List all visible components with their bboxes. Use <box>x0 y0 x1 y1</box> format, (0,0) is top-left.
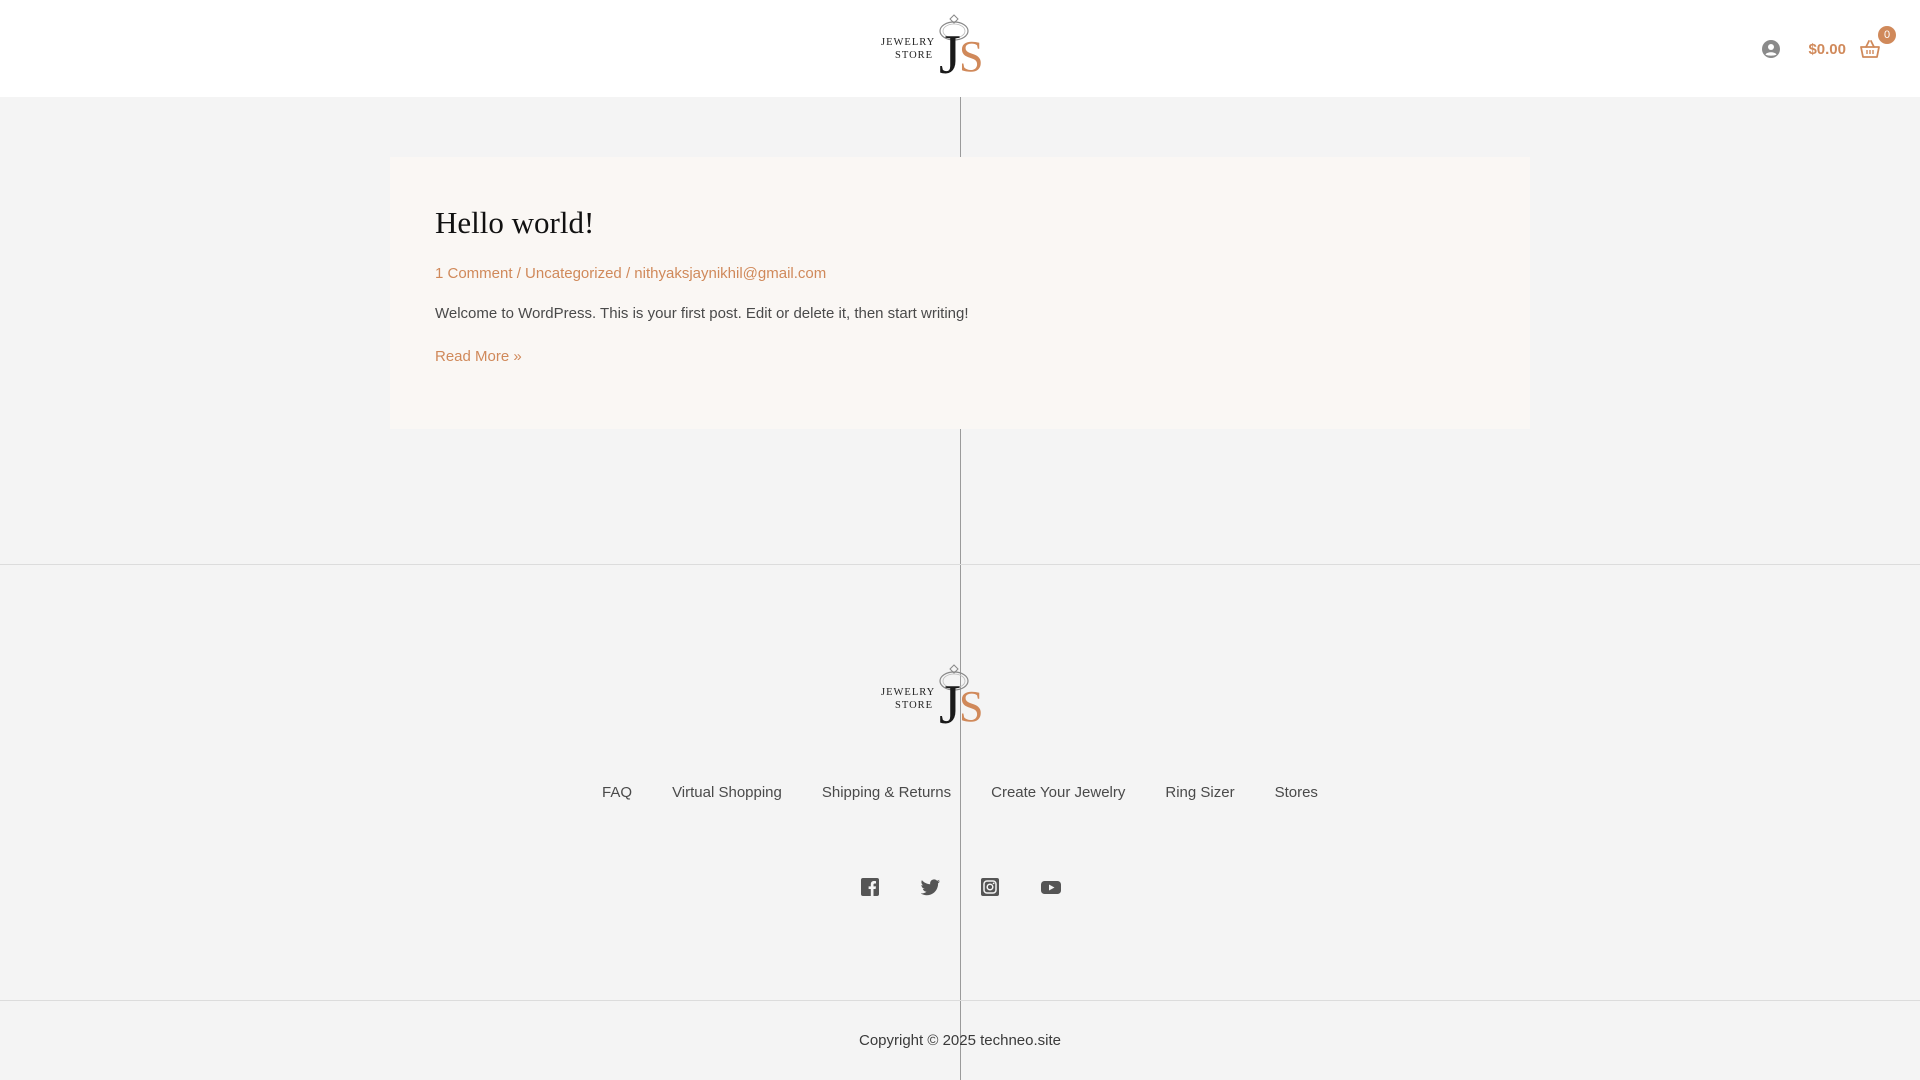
footer-bottom-divider <box>0 1000 1920 1001</box>
footer-nav-faq[interactable]: FAQ <box>602 784 632 801</box>
cart-button[interactable]: 0 <box>1860 26 1896 59</box>
footer-nav: FAQ Virtual Shopping Shipping & Returns … <box>0 784 1920 801</box>
footer-logo-letter-s: S <box>959 682 984 731</box>
cart-total[interactable]: $0.00 <box>1808 41 1846 58</box>
post-comments-link[interactable]: 1 Comment <box>435 265 513 282</box>
footer-nav-create-your-jewelry[interactable]: Create Your Jewelry <box>991 784 1125 801</box>
footer-logo-line1: JEWELRY <box>881 687 936 698</box>
logo-letter-j: J <box>939 24 961 86</box>
header-actions: $0.00 0 <box>1762 26 1896 64</box>
read-more-link[interactable]: Read More » <box>435 348 522 365</box>
instagram-icon[interactable] <box>981 878 999 896</box>
footer-nav-stores[interactable]: Stores <box>1275 784 1318 801</box>
footer-logo-letter-j: J <box>939 674 961 736</box>
footer-top-divider <box>0 564 1920 565</box>
youtube-icon[interactable] <box>1041 878 1061 896</box>
logo-line1: JEWELRY <box>881 37 936 48</box>
footer-logo-line2: STORE <box>895 700 934 711</box>
footer-nav-shipping-returns[interactable]: Shipping & Returns <box>822 784 951 801</box>
footer-nav-ring-sizer[interactable]: Ring Sizer <box>1165 784 1234 801</box>
copyright-text: Copyright © 2025 techneo.site <box>858 1032 1061 1049</box>
site-logo[interactable]: JEWELRY STORE J S <box>879 13 995 85</box>
post-meta: 1 Comment / Uncategorized / nithyaksjayn… <box>435 265 1485 282</box>
meta-separator: / <box>621 265 635 282</box>
twitter-icon[interactable] <box>920 878 940 896</box>
cart-count-badge: 0 <box>1878 26 1896 44</box>
post-author-link[interactable]: nithyaksjaynikhil@gmail.com <box>634 265 826 282</box>
account-icon[interactable] <box>1762 40 1781 58</box>
logo-line2: STORE <box>895 50 934 61</box>
footer-logo[interactable]: JEWELRY STORE J S <box>879 663 995 735</box>
post-title[interactable]: Hello world! <box>435 205 1485 241</box>
footer-nav-virtual-shopping[interactable]: Virtual Shopping <box>672 784 782 801</box>
logo-letter-s: S <box>959 32 984 81</box>
basket-icon <box>1860 40 1880 58</box>
page: JEWELRY STORE J S $0.00 0 Hello world! 1… <box>0 0 1920 1080</box>
post-category-link[interactable]: Uncategorized <box>525 265 622 282</box>
facebook-icon[interactable] <box>861 878 879 896</box>
social-links <box>0 878 1920 896</box>
post-card: Hello world! 1 Comment / Uncategorized /… <box>390 157 1530 429</box>
post-excerpt: Welcome to WordPress. This is your first… <box>435 305 969 322</box>
site-header: JEWELRY STORE J S $0.00 0 <box>0 0 1920 97</box>
meta-separator: / <box>512 265 526 282</box>
